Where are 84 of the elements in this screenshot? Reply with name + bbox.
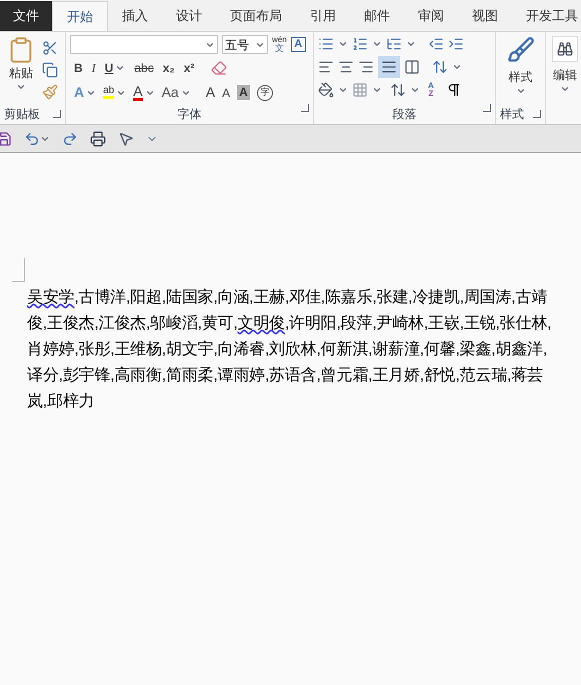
dropdown-caret-icon[interactable] xyxy=(452,62,462,72)
dialog-launcher-icon[interactable] xyxy=(533,110,541,118)
shading-icon[interactable] xyxy=(318,82,334,98)
dropdown-caret-icon[interactable] xyxy=(115,63,126,73)
dialog-launcher-icon[interactable] xyxy=(53,110,61,118)
document-text: 岚,邱梓力 xyxy=(27,393,94,410)
undo-icon[interactable] xyxy=(24,130,40,146)
brush-icon xyxy=(506,36,534,64)
eraser-icon[interactable] xyxy=(211,60,228,76)
character-border-button[interactable]: A xyxy=(290,37,306,52)
file-tab[interactable]: 文件 xyxy=(0,1,52,31)
binoculars-icon xyxy=(557,41,573,57)
change-case-button[interactable]: Aa xyxy=(162,82,179,103)
misspelled-text: 文明俊 xyxy=(238,315,285,332)
justify-button[interactable] xyxy=(378,56,400,78)
numbering-icon[interactable] xyxy=(352,36,368,52)
enclose-characters-button[interactable]: 字 xyxy=(256,84,273,100)
document-text: ,许明阳,段萍,尹崎林,王嵚,王锐,张仕林, xyxy=(284,315,552,332)
dialog-launcher-icon[interactable] xyxy=(483,104,491,112)
dropdown-caret-icon xyxy=(16,82,26,92)
pilcrow-icon[interactable] xyxy=(446,82,462,98)
margin-mark xyxy=(12,258,25,282)
ribbon-tab[interactable]: 开发工具 xyxy=(512,1,581,31)
font-name-field[interactable] xyxy=(70,35,218,54)
redo-icon[interactable] xyxy=(62,130,78,146)
line-spacing-icon[interactable] xyxy=(432,59,448,75)
dropdown-caret-icon[interactable] xyxy=(372,85,382,95)
paste-button[interactable]: 粘贴 xyxy=(4,36,38,108)
decrease-indent-icon[interactable] xyxy=(428,36,444,52)
cut-icon[interactable] xyxy=(42,40,58,56)
editing-button[interactable]: 编辑 xyxy=(550,32,580,94)
ribbon-tab[interactable]: 页面布局 xyxy=(216,1,296,31)
format-painter-icon[interactable] xyxy=(42,84,58,100)
ribbon-tab[interactable]: 视图 xyxy=(458,1,512,31)
underline-button[interactable]: U xyxy=(104,59,114,77)
highlight-button[interactable]: ab xyxy=(103,86,114,99)
save-icon[interactable] xyxy=(0,130,12,146)
strikethrough-button[interactable]: abc xyxy=(134,59,154,77)
align-right-icon[interactable] xyxy=(358,59,374,75)
increase-indent-icon[interactable] xyxy=(448,36,464,52)
sort-button[interactable]: A Z xyxy=(428,82,434,98)
italic-button[interactable]: I xyxy=(92,59,96,77)
dropdown-caret-icon xyxy=(560,84,570,94)
dropdown-caret-icon xyxy=(516,86,526,96)
ribbon-tab[interactable]: 邮件 xyxy=(350,1,404,31)
phonetic-guide-button[interactable]: wén 文 xyxy=(272,36,287,53)
misspelled-text: 吴安学 xyxy=(27,289,74,306)
ribbon-tab[interactable]: 开始 xyxy=(52,1,108,31)
multilevel-list-icon[interactable] xyxy=(386,36,402,52)
document-text: 俊,王俊杰,江俊杰,邬峻滔,黄可, xyxy=(27,315,238,332)
dropdown-caret-icon[interactable] xyxy=(338,85,348,95)
document-text: 肖婷婷,张彤,王维杨,胡文宇,向浠睿,刘欣林,何新淇,谢薪潼,何馨,梁鑫,胡鑫洋, xyxy=(27,341,548,358)
ribbon-tab[interactable]: 设计 xyxy=(162,1,216,31)
dropdown-caret-icon[interactable] xyxy=(406,39,416,49)
ribbon-tab[interactable]: 审阅 xyxy=(404,1,458,31)
shrink-font-button[interactable]: A xyxy=(222,84,230,102)
document-text: ,古博洋,阳超,陆国家,向涵,王赫,邓佳,陈嘉乐,张建,冷捷凯,周国涛,古靖 xyxy=(74,289,548,306)
align-left-icon[interactable] xyxy=(318,59,334,75)
subscript-button[interactable]: x₂ xyxy=(162,59,175,77)
styles-button[interactable]: 样式 xyxy=(500,32,541,96)
print-icon[interactable] xyxy=(90,130,106,146)
group-label: 字体 xyxy=(178,108,202,120)
dialog-launcher-icon[interactable] xyxy=(301,104,309,112)
ribbon-tab[interactable]: 插入 xyxy=(108,1,162,31)
copy-icon[interactable] xyxy=(42,62,58,78)
group-label: 剪贴板 xyxy=(4,108,40,120)
font-color-button[interactable]: A xyxy=(133,84,143,101)
align-center-icon[interactable] xyxy=(338,59,354,75)
bullets-icon[interactable] xyxy=(318,36,334,52)
dropdown-caret-icon[interactable] xyxy=(372,39,382,49)
document-text: 译分,彭宇锋,高雨衡,简雨柔,谭雨婷,苏语含,曾元霜,王月娇,舒悦,范云瑞,蒋芸 xyxy=(27,367,543,384)
borders-icon[interactable] xyxy=(352,82,368,98)
character-shading-button[interactable]: A xyxy=(237,85,250,100)
superscript-button[interactable]: x² xyxy=(184,59,194,77)
justify-icon xyxy=(381,59,397,75)
dropdown-caret-icon[interactable] xyxy=(338,39,348,49)
ribbon-tab[interactable]: 引用 xyxy=(296,1,350,31)
dropdown-caret-icon[interactable] xyxy=(410,85,420,95)
bold-button[interactable]: B xyxy=(74,59,83,77)
select-objects-icon[interactable] xyxy=(118,130,134,146)
group-label: 样式 xyxy=(500,108,524,120)
group-label: 段落 xyxy=(392,108,416,120)
font-size-field[interactable]: 五号 xyxy=(222,35,268,54)
grow-font-button[interactable]: A xyxy=(206,82,216,103)
